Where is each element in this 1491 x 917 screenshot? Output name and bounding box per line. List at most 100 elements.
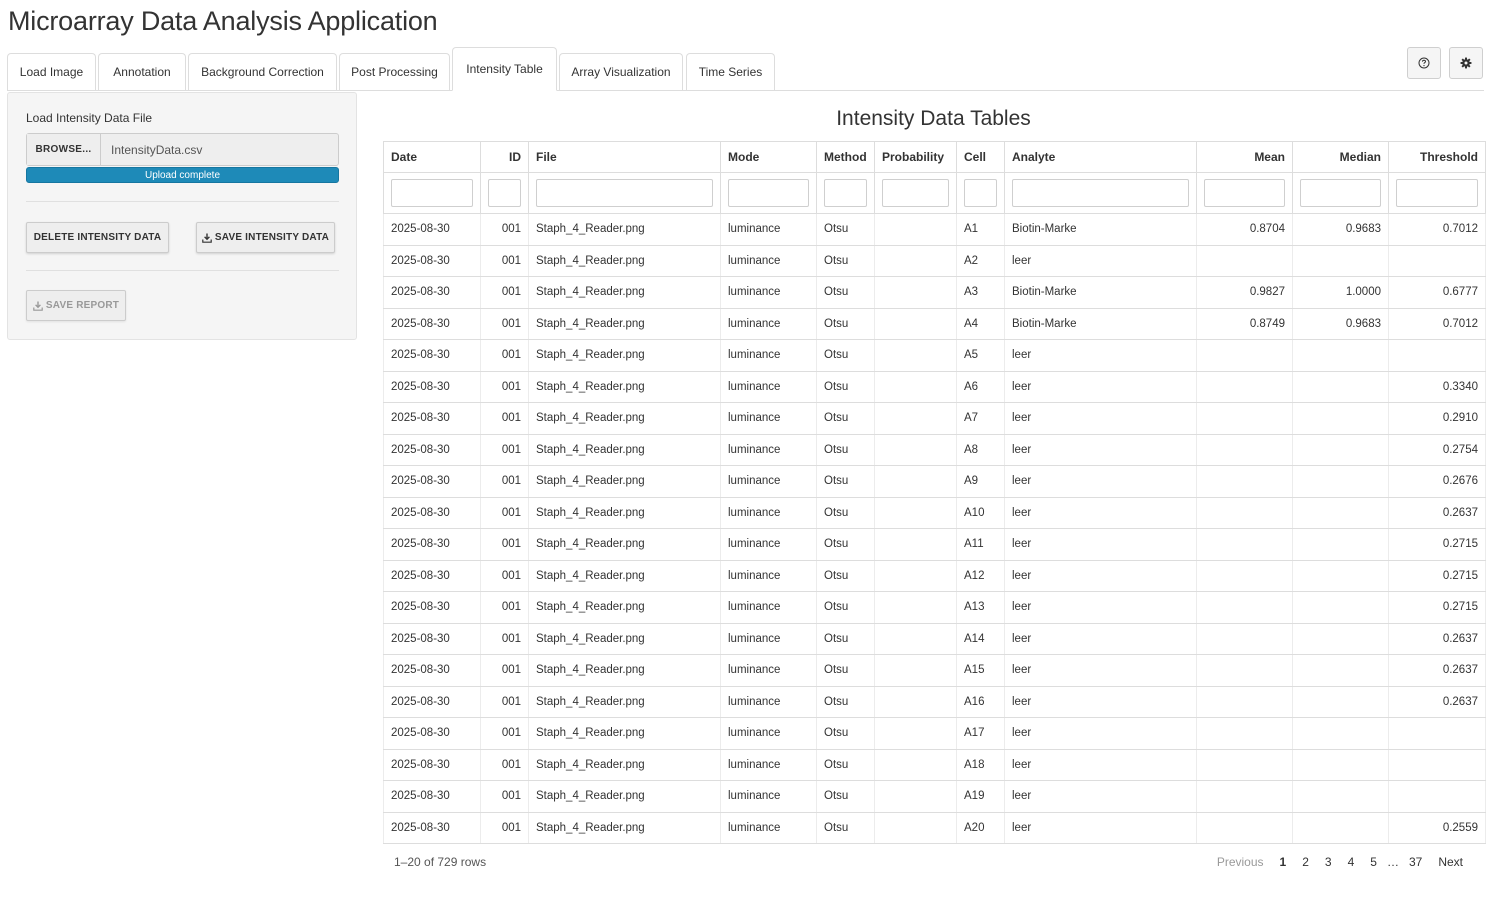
filter-input-median[interactable] — [1300, 179, 1381, 207]
filter-input-date[interactable] — [391, 179, 473, 207]
help-button[interactable] — [1407, 47, 1441, 79]
delete-intensity-data-button[interactable]: DELETE INTENSITY DATA — [26, 222, 169, 253]
cell-median — [1292, 244, 1389, 277]
column-header-cell[interactable]: Cell — [956, 141, 1005, 173]
filter-input-cell[interactable] — [964, 179, 997, 207]
tab-intensity-table[interactable]: Intensity Table — [452, 47, 557, 91]
filter-input-analyte[interactable] — [1012, 179, 1189, 207]
page-button-3[interactable]: 3 — [1317, 855, 1340, 869]
cell-analyte: leer — [1004, 370, 1197, 403]
cell-cell: A6 — [956, 370, 1005, 403]
cell-analyte: leer — [1004, 244, 1197, 277]
cell-date: 2025-08-30 — [383, 528, 481, 561]
tab-annotation[interactable]: Annotation — [98, 53, 186, 90]
browse-button[interactable]: BROWSE... — [27, 134, 101, 165]
filter-input-id[interactable] — [488, 179, 521, 207]
column-header-median[interactable]: Median — [1292, 141, 1389, 173]
cell-threshold: 0.2637 — [1388, 654, 1486, 687]
cell-median — [1292, 465, 1389, 498]
save-intensity-data-button[interactable]: SAVE INTENSITY DATA — [196, 222, 335, 253]
previous-page-button[interactable]: Previous — [1209, 855, 1272, 869]
column-header-threshold[interactable]: Threshold — [1388, 141, 1486, 173]
settings-button[interactable] — [1449, 47, 1483, 79]
save-report-button[interactable]: SAVE REPORT — [26, 290, 126, 321]
cell-date: 2025-08-30 — [383, 496, 481, 529]
tab-background-correction[interactable]: Background Correction — [188, 53, 337, 90]
column-header-method[interactable]: Method — [816, 141, 875, 173]
cell-threshold — [1388, 339, 1486, 372]
table-row[interactable]: 2025-08-30 001 Staph_4_Reader.png luminance… — [383, 559, 1486, 592]
cell-method: Otsu — [816, 780, 875, 813]
cell-date: 2025-08-30 — [383, 591, 481, 624]
cell-date: 2025-08-30 — [383, 780, 481, 813]
table-row[interactable]: 2025-08-30 001 Staph_4_Reader.png luminance… — [383, 748, 1486, 781]
cell-median — [1292, 811, 1389, 844]
column-header-probability[interactable]: Probability — [874, 141, 957, 173]
page-button-4[interactable]: 4 — [1340, 855, 1363, 869]
cell-mean — [1196, 528, 1293, 561]
cell-date: 2025-08-30 — [383, 465, 481, 498]
cell-cell: A7 — [956, 402, 1005, 435]
cell-probability — [874, 276, 957, 309]
cell-date: 2025-08-30 — [383, 811, 481, 844]
table-row[interactable]: 2025-08-30 001 Staph_4_Reader.png luminance… — [383, 717, 1486, 750]
cell-mode: luminance — [720, 213, 817, 246]
table-row[interactable]: 2025-08-30 001 Staph_4_Reader.png luminance… — [383, 654, 1486, 687]
column-header-mean[interactable]: Mean — [1196, 141, 1293, 173]
column-header-analyte[interactable]: Analyte — [1004, 141, 1197, 173]
filter-input-probability[interactable] — [882, 179, 949, 207]
table-row[interactable]: 2025-08-30 001 Staph_4_Reader.png luminance… — [383, 811, 1486, 844]
column-header-file[interactable]: File — [528, 141, 721, 173]
cell-id: 001 — [480, 339, 529, 372]
page-button-2[interactable]: 2 — [1294, 855, 1317, 869]
cell-mode: luminance — [720, 685, 817, 718]
page-button-1[interactable]: 1 — [1272, 855, 1295, 869]
cell-mean — [1196, 402, 1293, 435]
table-row[interactable]: 2025-08-30 001 Staph_4_Reader.png luminance… — [383, 496, 1486, 529]
table-row[interactable]: 2025-08-30 001 Staph_4_Reader.png luminance… — [383, 307, 1486, 340]
table-row[interactable]: 2025-08-30 001 Staph_4_Reader.png luminance… — [383, 370, 1486, 403]
cell-file: Staph_4_Reader.png — [528, 717, 721, 750]
cell-median — [1292, 370, 1389, 403]
table-row[interactable]: 2025-08-30 001 Staph_4_Reader.png luminance… — [383, 276, 1486, 309]
table-row[interactable]: 2025-08-30 001 Staph_4_Reader.png luminance… — [383, 433, 1486, 466]
next-page-button[interactable]: Next — [1430, 855, 1471, 869]
table-row[interactable]: 2025-08-30 001 Staph_4_Reader.png luminance… — [383, 213, 1486, 246]
filter-input-mode[interactable] — [728, 179, 809, 207]
column-header-date[interactable]: Date — [383, 141, 481, 173]
column-header-id[interactable]: ID — [480, 141, 529, 173]
tab-post-processing[interactable]: Post Processing — [339, 53, 450, 90]
filter-input-file[interactable] — [536, 179, 713, 207]
cell-mean — [1196, 559, 1293, 592]
cell-mode: luminance — [720, 780, 817, 813]
table-row[interactable]: 2025-08-30 001 Staph_4_Reader.png luminance… — [383, 465, 1486, 498]
filter-input-mean[interactable] — [1204, 179, 1285, 207]
table-row[interactable]: 2025-08-30 001 Staph_4_Reader.png luminance… — [383, 339, 1486, 372]
cell-id: 001 — [480, 654, 529, 687]
page-button-37[interactable]: 37 — [1401, 855, 1430, 869]
column-header-mode[interactable]: Mode — [720, 141, 817, 173]
cell-id: 001 — [480, 213, 529, 246]
cell-cell: A13 — [956, 591, 1005, 624]
filter-input-method[interactable] — [824, 179, 867, 207]
tab-time-series[interactable]: Time Series — [686, 53, 775, 90]
tab-load-image[interactable]: Load Image — [7, 53, 96, 90]
table-row[interactable]: 2025-08-30 001 Staph_4_Reader.png luminance… — [383, 685, 1486, 718]
cell-median — [1292, 685, 1389, 718]
cell-method: Otsu — [816, 748, 875, 781]
cell-mode: luminance — [720, 591, 817, 624]
table-row[interactable]: 2025-08-30 001 Staph_4_Reader.png luminance… — [383, 622, 1486, 655]
table-row[interactable]: 2025-08-30 001 Staph_4_Reader.png luminance… — [383, 591, 1486, 624]
table-row[interactable]: 2025-08-30 001 Staph_4_Reader.png luminance… — [383, 528, 1486, 561]
upload-progress-bar: Upload complete — [26, 167, 339, 183]
cell-cell: A9 — [956, 465, 1005, 498]
table-row[interactable]: 2025-08-30 001 Staph_4_Reader.png luminance… — [383, 780, 1486, 813]
filter-input-threshold[interactable] — [1396, 179, 1478, 207]
cell-threshold: 0.2910 — [1388, 402, 1486, 435]
cell-method: Otsu — [816, 654, 875, 687]
table-row[interactable]: 2025-08-30 001 Staph_4_Reader.png luminance… — [383, 244, 1486, 277]
table-row[interactable]: 2025-08-30 001 Staph_4_Reader.png luminance… — [383, 402, 1486, 435]
tab-array-visualization[interactable]: Array Visualization — [559, 53, 683, 90]
page-button-5[interactable]: 5 — [1362, 855, 1385, 869]
file-name-field[interactable]: IntensityData.csv — [101, 134, 338, 165]
